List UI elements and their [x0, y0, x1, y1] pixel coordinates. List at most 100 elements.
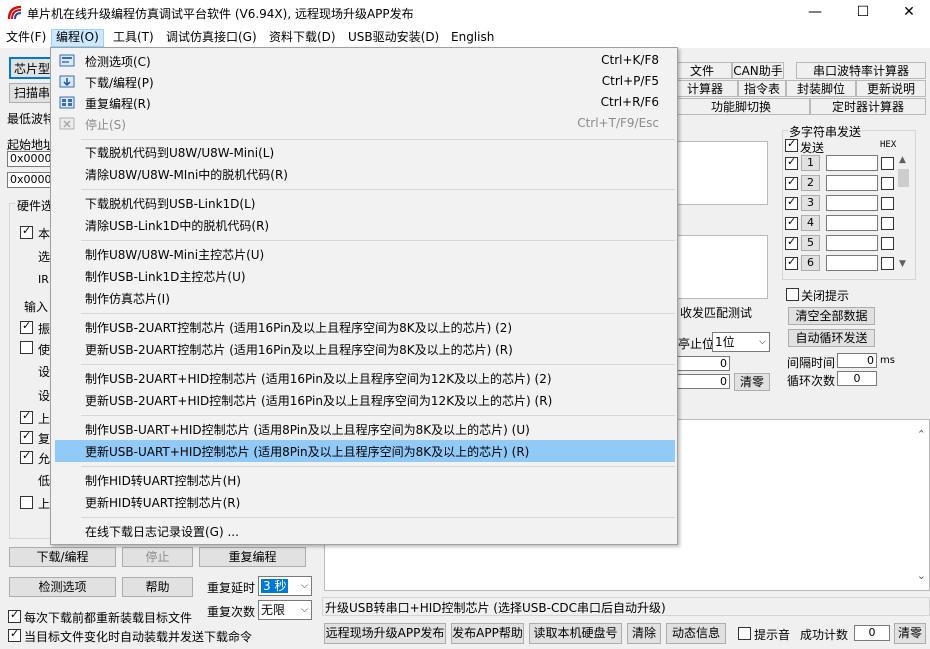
- close-button[interactable]: ✕: [886, 0, 930, 26]
- menu-program[interactable]: 编程(O): [51, 29, 104, 47]
- menu-item-check-options[interactable]: 检测选项(C) Ctrl+K/F8: [55, 50, 675, 72]
- row-data-field[interactable]: [826, 175, 878, 191]
- menu-item-make-hid-uart[interactable]: 制作HID转UART控制芯片(H): [55, 469, 675, 491]
- send-buffer[interactable]: [672, 235, 768, 299]
- tab-files[interactable]: 文件: [672, 62, 732, 79]
- menu-item-repeat-program[interactable]: 重复编程(R) Ctrl+R/F6: [55, 92, 675, 114]
- auto-send-checkbox[interactable]: [8, 627, 21, 642]
- remote-publish-button[interactable]: 远程现场升级APP发布: [324, 623, 446, 644]
- row-data-field[interactable]: [826, 195, 878, 211]
- menu-item-make-emulator-chip[interactable]: 制作仿真芯片(I): [55, 287, 675, 309]
- row-hex-checkbox[interactable]: [881, 237, 894, 250]
- row-hex-checkbox[interactable]: [881, 177, 894, 190]
- beep-checkbox[interactable]: [738, 627, 751, 640]
- reload-each-checkbox[interactable]: [8, 608, 21, 623]
- send-all-checkbox[interactable]: [785, 137, 798, 152]
- tab-package-pins[interactable]: 封装脚位: [786, 80, 856, 97]
- reset-count-button[interactable]: 清零: [894, 623, 926, 644]
- menu-item-download-log-settings[interactable]: 在线下载日志记录设置(G) ...: [55, 520, 675, 542]
- row-send-checkbox[interactable]: [785, 195, 798, 210]
- row-send-button[interactable]: 3: [801, 195, 820, 211]
- download-program-button[interactable]: 下载/编程: [9, 547, 116, 567]
- repeat-count-select[interactable]: 无限 ⌵: [258, 600, 312, 620]
- row-send-button[interactable]: 4: [801, 215, 820, 231]
- close-tip-checkbox[interactable]: [786, 288, 799, 301]
- menu-item-download-offline-link1d[interactable]: 下载脱机代码到USB-Link1D(L): [55, 192, 675, 214]
- row-send-button[interactable]: 2: [801, 175, 820, 191]
- hw-option-checkbox[interactable]: [20, 429, 33, 444]
- menu-item-download-program[interactable]: 下载/编程(P) Ctrl+P/F5: [55, 71, 675, 93]
- row-send-checkbox[interactable]: [785, 155, 798, 170]
- row-hex-checkbox[interactable]: [881, 157, 894, 170]
- scan-serial-button[interactable]: 扫描串: [9, 83, 55, 103]
- row-data-field[interactable]: [826, 215, 878, 231]
- menu-item-update-usb-2uart-hid[interactable]: 更新USB-2UART+HID控制芯片 (适用16Pin及以上且程序空间为12K…: [55, 389, 675, 411]
- row-hex-checkbox[interactable]: [881, 217, 894, 230]
- menu-downloads[interactable]: 资料下载(D): [265, 29, 340, 47]
- row-data-field[interactable]: [826, 155, 878, 171]
- scroll-up-icon[interactable]: ▲: [899, 155, 906, 165]
- hw-option-checkbox[interactable]: [20, 319, 33, 334]
- help-button[interactable]: 帮助: [122, 577, 193, 597]
- menu-item-make-usb-2uart[interactable]: 制作USB-2UART控制芯片 (适用16Pin及以上且程序空间为8K及以上的芯…: [55, 316, 675, 338]
- scrollbar-thumb[interactable]: [898, 169, 909, 187]
- tab-pin-switch[interactable]: 功能脚切换: [672, 98, 810, 115]
- minimize-button[interactable]: —: [792, 0, 838, 26]
- row-hex-checkbox[interactable]: [881, 257, 894, 270]
- menu-item-make-link1d-master[interactable]: 制作USB-Link1D主控芯片(U): [55, 265, 675, 287]
- start-address-field[interactable]: 0x0000: [7, 151, 53, 167]
- menu-item-make-usb-2uart-hid[interactable]: 制作USB-2UART+HID控制芯片 (适用16Pin及以上且程序空间为12K…: [55, 367, 675, 389]
- menu-debug-interface[interactable]: 调试仿真接口(G): [162, 29, 261, 47]
- menu-item-update-hid-uart[interactable]: 更新HID转UART控制芯片(R): [55, 491, 675, 513]
- menu-item-download-offline-u8w[interactable]: 下载脱机代码到U8W/U8W-Mini(L): [55, 141, 675, 163]
- menu-file[interactable]: 文件(F): [2, 29, 50, 47]
- menu-item-update-usb-uart-hid[interactable]: 更新USB-UART+HID控制芯片 (适用8Pin及以上且程序空间为8K及以上…: [55, 440, 675, 462]
- row-data-field[interactable]: [826, 255, 878, 271]
- menu-tools[interactable]: 工具(T): [109, 29, 158, 47]
- menu-item-make-usb-uart-hid[interactable]: 制作USB-UART+HID控制芯片 (适用8Pin及以上且程序空间为8K及以上…: [55, 418, 675, 440]
- row-send-checkbox[interactable]: [785, 175, 798, 190]
- read-disk-id-button[interactable]: 读取本机硬盘号: [529, 623, 622, 644]
- multi-send-scrollbar[interactable]: ▲ ▼: [897, 155, 910, 273]
- receive-buffer[interactable]: [672, 141, 768, 205]
- hw-option-checkbox[interactable]: [20, 224, 33, 239]
- maximize-button[interactable]: ☐: [840, 0, 886, 26]
- scroll-down-icon[interactable]: ⌄: [917, 569, 926, 582]
- scroll-down-icon[interactable]: ▼: [899, 259, 906, 269]
- scroll-up-icon[interactable]: ⌃: [917, 428, 926, 441]
- row-hex-checkbox[interactable]: [881, 197, 894, 210]
- row-send-checkbox[interactable]: [785, 255, 798, 270]
- interval-field[interactable]: 0: [837, 353, 877, 368]
- row-send-button[interactable]: 5: [801, 235, 820, 251]
- menu-item-update-usb-2uart[interactable]: 更新USB-2UART控制芯片 (适用16Pin及以上且程序空间为8K及以上的芯…: [55, 338, 675, 360]
- tab-instruction-table[interactable]: 指令表: [738, 80, 786, 97]
- hw-option-checkbox[interactable]: [20, 449, 33, 464]
- menu-english[interactable]: English: [447, 29, 498, 47]
- tab-timer-calculator[interactable]: 定时器计算器: [810, 98, 926, 115]
- stop-bits-select[interactable]: 1位 ⌵: [712, 332, 770, 352]
- menu-item-make-u8w-master[interactable]: 制作U8W/U8W-Mini主控芯片(U): [55, 243, 675, 265]
- auto-loop-send-button[interactable]: 自动循环发送: [788, 329, 875, 347]
- repeat-delay-select[interactable]: 3 秒 ⌵: [258, 576, 312, 596]
- row-send-checkbox[interactable]: [785, 235, 798, 250]
- menu-item-clear-offline-link1d[interactable]: 清除USB-Link1D中的脱机代码(R): [55, 214, 675, 236]
- row-data-field[interactable]: [826, 235, 878, 251]
- loop-count-field[interactable]: 0: [837, 371, 877, 386]
- menu-item-stop[interactable]: 停止(S) Ctrl+T/F9/Esc: [55, 113, 675, 135]
- row-send-checkbox[interactable]: [785, 215, 798, 230]
- check-options-button[interactable]: 检测选项: [9, 577, 116, 597]
- tab-baud-calculator[interactable]: 串口波特率计算器: [796, 62, 926, 79]
- publish-help-button[interactable]: 发布APP帮助: [451, 623, 524, 644]
- row-send-button[interactable]: 1: [801, 155, 820, 171]
- end-address-field[interactable]: 0x0000: [7, 172, 53, 188]
- clear-count-button[interactable]: 清零: [734, 373, 770, 391]
- hw-option-checkbox[interactable]: [20, 341, 33, 354]
- clear-log-button[interactable]: 清除: [627, 623, 661, 644]
- menu-usb-driver[interactable]: USB驱动安装(D): [344, 29, 443, 47]
- stop-button[interactable]: 停止: [122, 547, 193, 567]
- hw-option-checkbox[interactable]: [20, 409, 33, 424]
- dynamic-info-button[interactable]: 动态信息: [666, 623, 726, 644]
- repeat-program-button[interactable]: 重复编程: [199, 547, 306, 567]
- tab-can-helper[interactable]: CAN助手: [732, 62, 784, 79]
- tab-calculator[interactable]: 计算器: [672, 80, 738, 97]
